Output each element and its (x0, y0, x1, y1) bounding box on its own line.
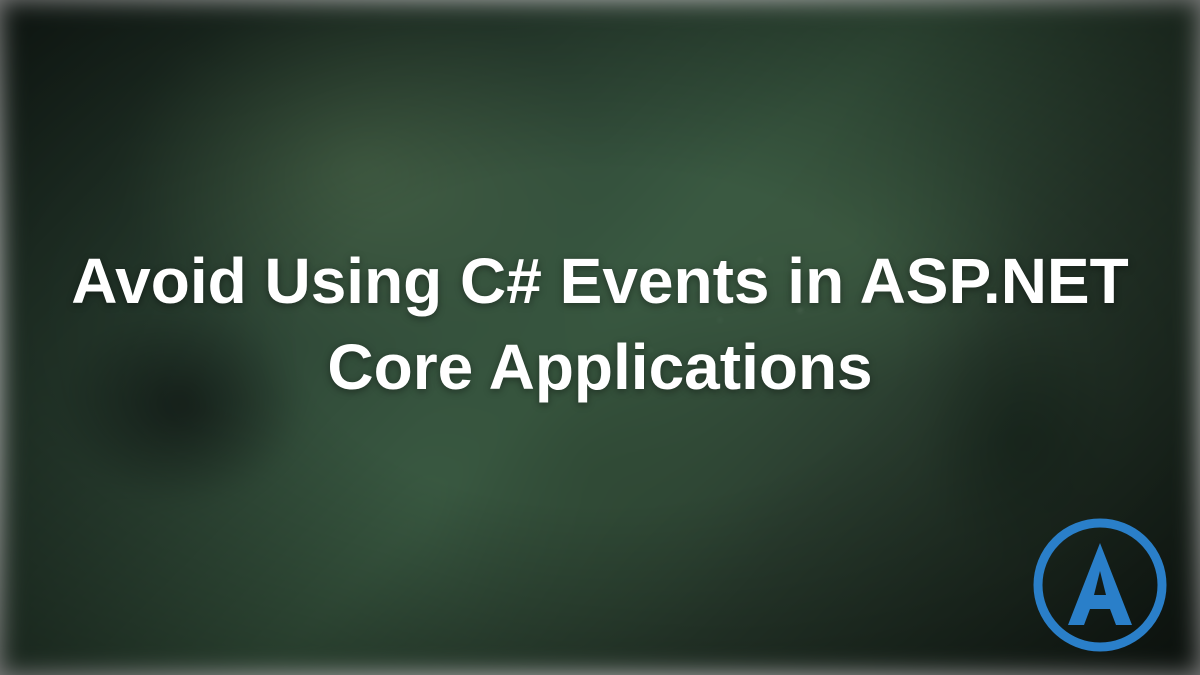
article-title: Avoid Using C# Events in ASP.NET Core Ap… (60, 237, 1140, 410)
logo-icon (1030, 515, 1170, 655)
brand-logo (1030, 515, 1170, 655)
